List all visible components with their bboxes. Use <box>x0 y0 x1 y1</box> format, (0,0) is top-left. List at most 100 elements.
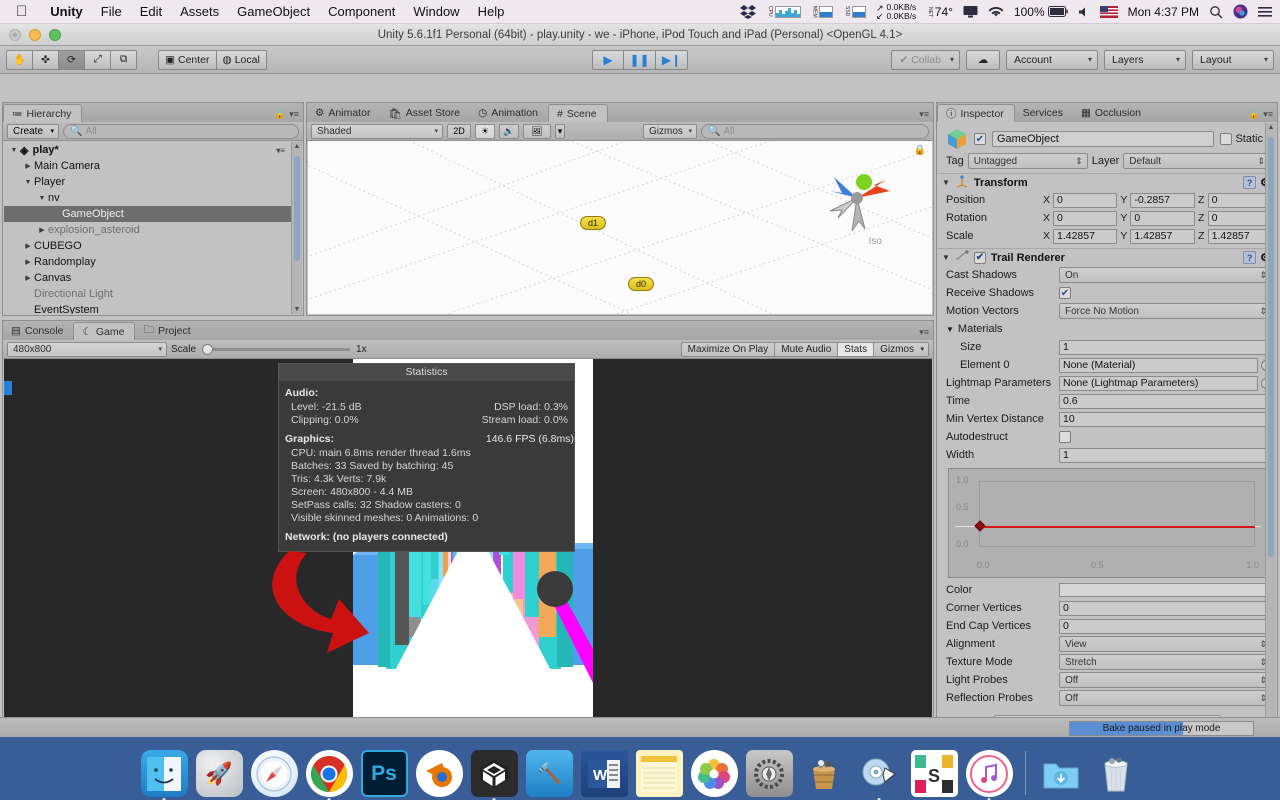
menu-component[interactable]: Component <box>319 4 404 19</box>
dock-item-launchpad[interactable]: 🚀 <box>195 750 243 797</box>
menu-assets[interactable]: Assets <box>171 4 228 19</box>
time-input[interactable]: 0.6 <box>1059 393 1272 409</box>
layers-button[interactable]: Layers <box>1104 49 1186 70</box>
hierarchy-item-nv[interactable]: ▼ nv <box>4 190 291 206</box>
game-viewport[interactable]: 6 <box>4 359 932 734</box>
apple-menu-icon[interactable]:  <box>0 3 41 20</box>
gameobject-enabled-checkbox[interactable]: ✔ <box>974 133 986 145</box>
element0-object-field[interactable]: None (Material) <box>1059 357 1272 373</box>
hierarchy-item-gameobject[interactable]: GameObject <box>4 206 291 222</box>
effects-toggle-icon[interactable]: 🖼 <box>523 123 551 139</box>
account-button[interactable]: Account <box>1006 49 1098 70</box>
ssd-monitor-icon[interactable]: SSD <box>843 5 866 18</box>
transform-position-y-input[interactable]: -0.2857 <box>1130 192 1195 208</box>
gizmos-button[interactable]: Gizmos <box>874 341 929 357</box>
chevron-down-icon[interactable]: ▼ <box>8 147 20 154</box>
trail-renderer-enabled-checkbox[interactable]: ✔ <box>973 251 986 264</box>
draw-mode-dropdown[interactable]: Shaded <box>311 123 443 139</box>
scene-viewport[interactable]: d1 d0 🔒 Iso <box>308 141 932 314</box>
gameobject-name-input[interactable]: GameObject <box>992 131 1215 147</box>
menu-unity[interactable]: Unity <box>41 4 92 19</box>
cloud-icon[interactable]: ☁ <box>966 49 1000 70</box>
scene-lock-icon[interactable]: 🔒 <box>914 145 926 156</box>
tab-scene[interactable]: # Scene <box>547 104 608 122</box>
hierarchy-item-main-camera[interactable]: ▶ Main Camera <box>4 158 291 174</box>
memory-monitor-icon[interactable]: MEM <box>811 5 834 18</box>
hierarchy-scroll-thumb[interactable] <box>294 156 300 261</box>
transform-scale-x-input[interactable]: 1.42857 <box>1053 228 1118 244</box>
rect-tool-icon[interactable]: ⧉ <box>111 49 138 70</box>
menu-file[interactable]: File <box>92 4 131 19</box>
cpu-monitor-icon[interactable]: CPU <box>766 5 801 18</box>
texture-mode-dropdown[interactable]: Stretch <box>1059 654 1272 670</box>
tab-services[interactable]: Services <box>1015 104 1073 122</box>
menu-gameobject[interactable]: GameObject <box>228 4 319 19</box>
maximize-on-play-button[interactable]: Maximize On Play <box>680 341 776 357</box>
autodestruct-checkbox[interactable] <box>1059 431 1071 443</box>
dock-item-finder[interactable] <box>140 750 188 800</box>
dock-item-downloads[interactable] <box>1038 750 1085 797</box>
menu-edit[interactable]: Edit <box>131 4 171 19</box>
scene-view-gizmo[interactable] <box>812 153 902 243</box>
color-swatch[interactable] <box>1059 583 1272 597</box>
tab-occlusion[interactable]: ▦ Occlusion <box>1073 104 1151 122</box>
lock-icon[interactable]: 🔒 <box>1248 109 1259 120</box>
chevron-right-icon[interactable]: ▶ <box>22 258 34 266</box>
scale-slider-knob[interactable] <box>202 343 214 355</box>
corner-vertices-input[interactable]: 0 <box>1059 600 1272 616</box>
stats-button[interactable]: Stats <box>838 341 875 357</box>
hierarchy-search-input[interactable]: 🔍 All <box>63 123 299 139</box>
static-checkbox[interactable] <box>1220 133 1233 145</box>
scene-label-d0[interactable]: d0 <box>628 277 655 291</box>
dock-item-xcode[interactable]: 🔨 <box>525 750 573 797</box>
scale-slider[interactable] <box>202 343 351 355</box>
tab-asset-store[interactable]: 🛍 Asset Store <box>380 104 470 122</box>
scroll-down-icon[interactable]: ▼ <box>292 306 302 313</box>
dock-item-trash[interactable] <box>1093 750 1140 797</box>
inspector-scroll-thumb[interactable] <box>1268 137 1274 557</box>
chevron-down-icon[interactable]: ▼ <box>36 195 48 202</box>
hierarchy-item-cubego[interactable]: ▶ CUBEGO <box>4 238 291 254</box>
volume-icon[interactable] <box>1078 6 1090 18</box>
hierarchy-scrollbar[interactable]: ▲ ▼ <box>291 142 302 314</box>
end-cap-input[interactable]: 0 <box>1059 618 1272 634</box>
2d-toggle-button[interactable]: 2D <box>447 123 471 139</box>
chevron-down-icon[interactable]: ▼ <box>946 325 954 334</box>
transform-position-z-input[interactable]: 0 <box>1207 192 1272 208</box>
audio-toggle-icon[interactable]: 🔊 <box>499 123 519 139</box>
scene-search-input[interactable]: 🔍 All <box>701 123 929 139</box>
hierarchy-item-randomplay[interactable]: ▶ Randomplay <box>4 254 291 270</box>
tab-project[interactable]: 🗀 Project <box>135 322 200 340</box>
dock-item-unity[interactable] <box>470 750 518 800</box>
layer-dropdown[interactable]: Default <box>1123 153 1270 169</box>
dock-item-blender[interactable] <box>415 750 463 797</box>
battery-indicator[interactable]: 100% <box>1014 5 1068 19</box>
tab-animation[interactable]: ◷ Animation <box>470 104 548 122</box>
keyboard-flag-icon[interactable] <box>1099 5 1118 18</box>
tag-dropdown[interactable]: Untagged <box>967 153 1088 169</box>
hierarchy-item-explosion-asteroid[interactable]: ▶ explosion_asteroid <box>4 222 291 238</box>
pivot-mode-button[interactable]: ▣ Center <box>158 49 217 70</box>
network-monitor[interactable]: ↗ ↙ 0.0KB/s 0.0KB/s <box>876 2 916 21</box>
display-icon[interactable] <box>963 5 978 18</box>
transform-scale-z-input[interactable]: 1.42857 <box>1207 228 1272 244</box>
notification-center-icon[interactable] <box>1258 6 1272 18</box>
dropbox-icon[interactable] <box>740 4 757 19</box>
alignment-dropdown[interactable]: View <box>1059 636 1272 652</box>
width-input[interactable]: 1 <box>1059 447 1272 463</box>
chevron-down-icon[interactable]: ▼ <box>942 253 950 262</box>
static-toggle[interactable]: Static ▾ <box>1220 133 1270 145</box>
panel-menu-icon[interactable]: ▾≡ <box>919 327 929 338</box>
siri-icon[interactable] <box>1233 4 1248 19</box>
scene-projection-label[interactable]: Iso <box>869 236 882 247</box>
dock-item-slack[interactable]: S <box>910 750 958 797</box>
dock-item-notes[interactable] <box>635 750 683 797</box>
tab-hierarchy[interactable]: ≔ Hierarchy <box>3 104 83 122</box>
width-curve-editor[interactable]: 1.0 0.5 0.0 0.0 0.5 1.0 <box>948 468 1268 578</box>
tab-inspector[interactable]: ⓘ Inspector <box>937 104 1015 122</box>
spotlight-search-icon[interactable] <box>1209 5 1223 19</box>
size-input[interactable]: 1 <box>1059 339 1272 355</box>
chevron-right-icon[interactable]: ▶ <box>22 242 34 250</box>
cast-shadows-dropdown[interactable]: On <box>1059 267 1272 283</box>
lightmap-value[interactable]: None (Lightmap Parameters) <box>1059 375 1258 391</box>
